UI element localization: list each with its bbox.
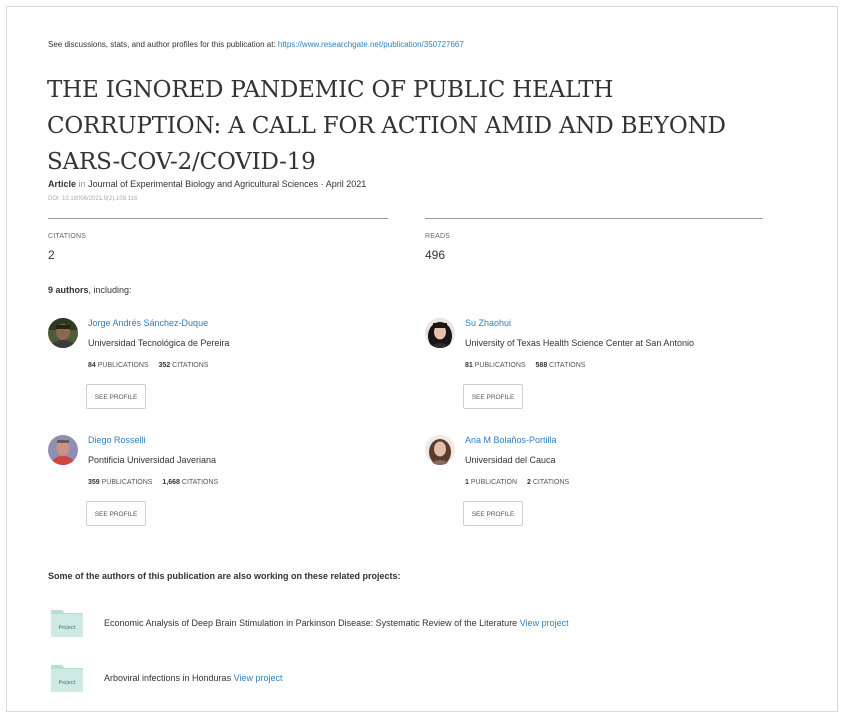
citation-count: 352: [158, 362, 171, 369]
project-folder-label: Project: [58, 625, 75, 631]
authors-heading: 9 authors, including:: [48, 285, 132, 295]
author-institution: Universidad Tecnológica de Pereira: [88, 338, 230, 348]
author-name-link[interactable]: Ana M Bolaños-Portilla: [465, 435, 557, 445]
project-item: Project Arboviral infections in Honduras…: [50, 661, 750, 697]
author-stats: 1 PUBLICATION 2 CITATIONS: [465, 479, 577, 486]
source-url-link[interactable]: https://www.researchgate.net/publication…: [278, 40, 464, 49]
author-institution: University of Texas Health Science Cente…: [465, 338, 694, 348]
project-folder-icon: Project: [50, 606, 84, 638]
citations-label: CITATIONS: [48, 233, 87, 240]
publication-label: PUBLICATIONS: [101, 479, 153, 486]
author-institution: Pontificia Universidad Javeriana: [88, 455, 217, 465]
project-title: Arboviral infections in Honduras: [104, 673, 232, 683]
author-avatar[interactable]: [48, 318, 78, 348]
publication-title: THE IGNORED PANDEMIC OF PUBLIC HEALTH CO…: [47, 77, 726, 175]
citation-count: 2: [526, 479, 531, 486]
publication-count: 81: [465, 362, 473, 369]
project-title: Economic Analysis of Deep Brain Stimulat…: [104, 618, 518, 628]
publication-count: 359: [88, 479, 100, 486]
publication-count: 84: [88, 362, 96, 369]
author-avatar[interactable]: [48, 435, 78, 465]
article-doi: DOI: 10.18006/2021.9(2).108.116: [48, 196, 138, 202]
publication-label: PUBLICATIONS: [474, 362, 526, 369]
author-card: Ana M Bolaños-Portilla Universidad del C…: [425, 435, 785, 545]
project-text: Arboviral infections in Honduras View pr…: [104, 673, 282, 683]
article-meta: Article in Journal of Experimental Biolo…: [48, 179, 366, 189]
publication-label: PUBLICATIONS: [97, 362, 149, 369]
author-stats: 81 PUBLICATIONS 588 CITATIONS: [465, 362, 593, 369]
project-text: Economic Analysis of Deep Brain Stimulat…: [104, 618, 569, 628]
see-profile-button[interactable]: SEE PROFILE: [86, 501, 146, 526]
view-project-link[interactable]: View project: [234, 673, 283, 683]
project-item: Project Economic Analysis of Deep Brain …: [50, 606, 750, 642]
authors-count: 9 authors: [48, 285, 89, 295]
divider-citations: [48, 218, 388, 219]
citation-label: CITATIONS: [549, 362, 586, 369]
citation-count: 1,668: [162, 479, 180, 486]
related-projects-heading: Some of the authors of this publication …: [48, 571, 401, 581]
article-journal: Journal of Experimental Biology and Agri…: [88, 179, 367, 189]
author-name-link[interactable]: Diego Rosselli: [88, 435, 146, 445]
author-avatar[interactable]: [425, 435, 455, 465]
author-card: Su Zhaohui University of Texas Health Sc…: [425, 318, 785, 428]
citation-label: CITATIONS: [172, 362, 209, 369]
see-profile-button[interactable]: SEE PROFILE: [463, 501, 523, 526]
reads-value: 496: [425, 248, 446, 262]
view-project-link[interactable]: View project: [520, 618, 569, 628]
article-type: Article: [48, 179, 77, 189]
author-avatar[interactable]: [425, 318, 455, 348]
source-line: See discussions, stats, and author profi…: [48, 40, 464, 49]
reads-label: READS: [425, 233, 451, 240]
author-name-link[interactable]: Jorge Andrés Sánchez-Duque: [88, 318, 208, 328]
project-folder-label: Project: [58, 680, 75, 686]
project-folder-icon: Project: [50, 661, 84, 693]
authors-suffix: , including:: [88, 285, 132, 295]
citations-value: 2: [48, 248, 55, 262]
author-stats: 359 PUBLICATIONS 1,668 CITATIONS: [88, 479, 226, 486]
source-prefix: See discussions, stats, and author profi…: [48, 40, 276, 49]
citation-label: CITATIONS: [532, 479, 570, 486]
author-stats: 84 PUBLICATIONS 352 CITATIONS: [88, 362, 216, 369]
divider-reads: [425, 218, 763, 219]
publication-count: 1: [465, 479, 469, 486]
citation-label: CITATIONS: [181, 479, 219, 486]
see-profile-button[interactable]: SEE PROFILE: [86, 384, 146, 409]
author-institution: Universidad del Cauca: [465, 455, 556, 465]
author-card: Diego Rosselli Pontificia Universidad Ja…: [48, 435, 408, 545]
article-in: in: [78, 179, 86, 189]
citation-count: 588: [535, 362, 548, 369]
see-profile-button[interactable]: SEE PROFILE: [463, 384, 523, 409]
publication-label: PUBLICATION: [470, 479, 518, 486]
author-name-link[interactable]: Su Zhaohui: [465, 318, 511, 328]
author-card: Jorge Andrés Sánchez-Duque Universidad T…: [48, 318, 408, 428]
